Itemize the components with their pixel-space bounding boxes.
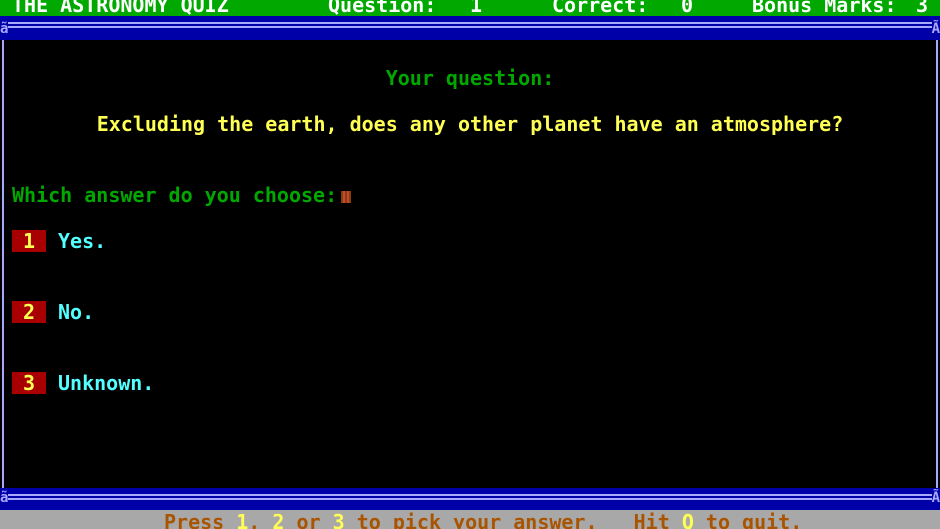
status-key-quit: Q [681, 510, 694, 529]
answer-label-1[interactable]: Yes. [58, 229, 106, 253]
frame-corner-bottom-right: Ã [931, 490, 940, 506]
frame-bottom-double-line [8, 494, 932, 500]
frame-corner-bottom-left: ã [0, 490, 9, 506]
answer-option-1[interactable]: 1 Yes. [12, 229, 106, 253]
bonus-marks-label: Bonus Marks: [752, 0, 897, 16]
correct-label: Correct: [552, 0, 649, 16]
question-text: Excluding the earth, does any other plan… [96, 112, 844, 136]
status-text-part: Press [164, 510, 237, 529]
status-text-part: , [248, 510, 273, 529]
question-label: Question: [328, 0, 437, 16]
answer-label-3[interactable]: Unknown. [58, 371, 154, 395]
frame-left-edge [2, 40, 10, 488]
answer-prompt: Which answer do you choose: [12, 183, 352, 207]
question-number: 1 [470, 0, 483, 16]
answer-label-2[interactable]: No. [58, 300, 94, 324]
status-text-part: to pick your answer. Hit [344, 510, 682, 529]
status-key-2: 2 [272, 510, 285, 529]
header-bar: THE ASTRONOMY QUIZ Question: 1 Correct: … [0, 0, 940, 16]
answer-key-2[interactable]: 2 [12, 301, 46, 323]
answer-option-2[interactable]: 2 No. [12, 300, 94, 324]
status-text-part: to quit. [693, 510, 803, 529]
question-heading: Your question: [385, 66, 555, 90]
answer-key-3[interactable]: 3 [12, 372, 46, 394]
status-key-1: 1 [236, 510, 249, 529]
status-text-part: or [284, 510, 333, 529]
status-instructions: Press 1, 2 or 3 to pick your answer. Hit… [164, 510, 802, 529]
answer-option-3[interactable]: 3 Unknown. [12, 371, 154, 395]
status-bar: Press 1, 2 or 3 to pick your answer. Hit… [0, 510, 940, 529]
answer-prompt-label: Which answer do you choose: [12, 183, 338, 207]
correct-count: 0 [681, 0, 694, 16]
frame-corner-top-right: Ã [931, 21, 940, 37]
bonus-marks-count: 3 [916, 0, 929, 16]
quiz-panel: Your question: Excluding the earth, does… [10, 40, 930, 488]
frame-corner-top-left: ã [0, 21, 9, 37]
status-key-3: 3 [332, 510, 345, 529]
frame-top-double-line [8, 22, 932, 28]
frame-right-edge [930, 40, 938, 488]
app-title: THE ASTRONOMY QUIZ [12, 0, 229, 16]
frame-top [0, 16, 940, 40]
text-cursor-icon [341, 190, 352, 203]
answer-key-1[interactable]: 1 [12, 230, 46, 252]
